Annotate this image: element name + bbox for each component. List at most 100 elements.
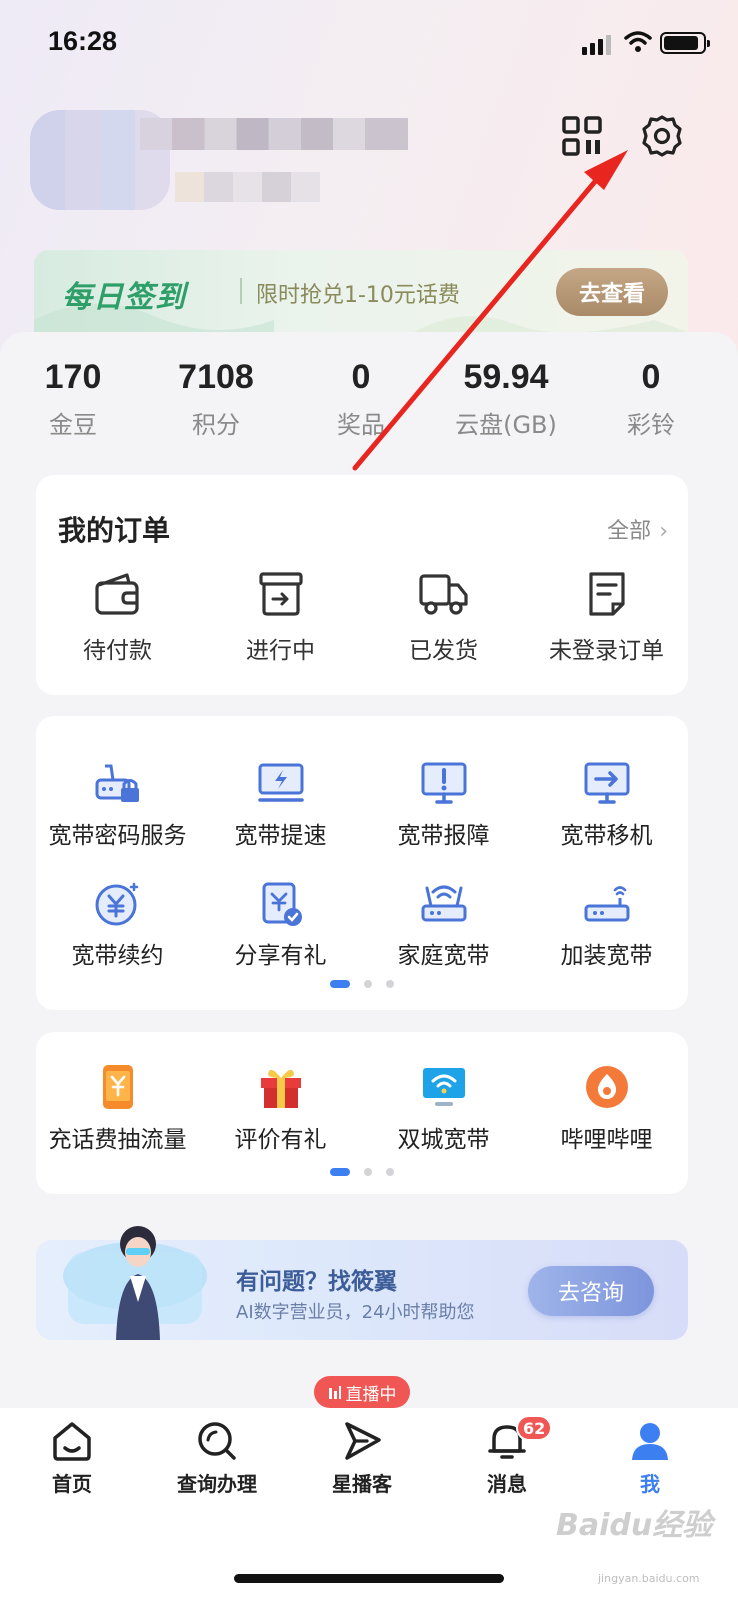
- service-broadband-speedup[interactable]: 宽带提速: [199, 760, 362, 850]
- promo-label: 哔哩哔哩: [560, 1127, 653, 1153]
- checkin-banner[interactable]: 每日签到 限时抢兑1-10元话费 去查看: [34, 250, 688, 332]
- stat-cloud-drive[interactable]: 59.94 云盘(GB): [450, 358, 562, 440]
- consult-button[interactable]: 去咨询: [528, 1266, 654, 1316]
- stats-row: 170 金豆 7108 积分 0 奖品 59.94 云盘(GB) 0 彩铃: [0, 352, 738, 452]
- order-label: 未登录订单: [549, 638, 664, 664]
- stat-label: 彩铃: [627, 411, 675, 439]
- wallet-icon: [94, 573, 139, 615]
- live-bars-icon: [328, 1386, 341, 1399]
- tab-star-podcast[interactable]: 星播客: [302, 1418, 422, 1497]
- service-label: 宽带续约: [71, 943, 164, 969]
- message-count-badge: 62: [516, 1415, 553, 1441]
- home-icon: [53, 1422, 91, 1461]
- promo-recharge-lottery[interactable]: 充话费抽流量: [36, 1062, 199, 1154]
- watermark-site: jingyan.baidu.com: [598, 1572, 700, 1585]
- service-broadband-renewal[interactable]: 宽带续约: [36, 880, 199, 970]
- order-label: 已发货: [409, 638, 478, 664]
- battery-icon: [660, 32, 710, 54]
- broadband-services-card: 宽带密码服务 宽带提速 宽带报障 宽带移机 宽带续约 分享有礼 家庭宽带 加装宽…: [36, 716, 688, 1010]
- service-label: 加装宽带: [560, 943, 653, 969]
- truck-icon: [418, 574, 468, 615]
- stat-value: 7108: [178, 358, 254, 396]
- page-dot: [364, 1168, 372, 1176]
- page-dot: [386, 980, 394, 988]
- gear-icon[interactable]: [640, 114, 684, 158]
- order-shipped[interactable]: 已发货: [362, 571, 525, 665]
- stat-gold-beans[interactable]: 170 金豆: [36, 358, 110, 440]
- wifi-icon: [624, 31, 652, 52]
- page-indicator: [36, 1168, 688, 1176]
- promo-label: 充话费抽流量: [48, 1127, 187, 1153]
- order-label: 进行中: [246, 638, 315, 664]
- order-in-progress[interactable]: 进行中: [199, 571, 362, 665]
- tab-label: 首页: [52, 1472, 92, 1496]
- watermark-logo: Baidu经验: [556, 1508, 713, 1543]
- search-icon: [198, 1422, 236, 1460]
- service-add-broadband[interactable]: 加装宽带: [525, 880, 688, 970]
- checkin-view-button[interactable]: 去查看: [556, 268, 668, 316]
- tab-label: 查询办理: [177, 1472, 257, 1496]
- ai-assistant-title: 有问题？找筱翼: [236, 1269, 397, 1295]
- router-icon: [584, 886, 629, 922]
- chevron-right-icon: ›: [659, 519, 668, 544]
- status-bar: 16:28: [0, 0, 738, 90]
- service-label: 宽带密码服务: [48, 823, 187, 849]
- order-label: 待付款: [83, 638, 152, 664]
- promo-label: 评价有礼: [234, 1127, 327, 1153]
- service-label: 宽带移机: [560, 823, 653, 849]
- order-unregistered[interactable]: 未登录订单: [525, 571, 688, 665]
- orders-all-label: 全部: [607, 519, 652, 544]
- home-indicator[interactable]: [234, 1574, 504, 1583]
- tab-me[interactable]: 我: [590, 1418, 710, 1497]
- orders-title: 我的订单: [58, 514, 171, 547]
- service-label: 宽带报障: [397, 823, 490, 849]
- stat-label: 积分: [192, 411, 240, 439]
- move-monitor-icon: [584, 762, 629, 804]
- promo-dual-city-broadband[interactable]: 双城宽带: [362, 1062, 525, 1154]
- promo-label: 双城宽带: [397, 1127, 490, 1153]
- order-pending-payment[interactable]: 待付款: [36, 571, 199, 665]
- tab-label: 星播客: [332, 1472, 392, 1496]
- user-phone-blurred: [175, 172, 320, 202]
- service-broadband-fault-report[interactable]: 宽带报障: [362, 760, 525, 850]
- wifi-router-icon: [421, 885, 466, 922]
- stat-value: 59.94: [463, 358, 549, 396]
- alert-monitor-icon: [421, 762, 466, 804]
- signal-icon: [582, 33, 614, 55]
- tab-label: 我: [640, 1472, 660, 1496]
- promotions-card: 充话费抽流量 评价有礼 双城宽带 哔哩哔哩: [36, 1032, 688, 1194]
- service-broadband-password[interactable]: 宽带密码服务: [36, 760, 199, 850]
- service-share-reward[interactable]: 分享有礼: [199, 880, 362, 970]
- page-dot: [364, 980, 372, 988]
- stat-ringtone[interactable]: 0 彩铃: [616, 358, 686, 440]
- service-broadband-relocation[interactable]: 宽带移机: [525, 760, 688, 850]
- stat-label: 云盘(GB): [455, 411, 557, 439]
- stat-value: 170: [44, 358, 102, 396]
- qr-code-icon[interactable]: [560, 114, 604, 158]
- status-time: 16:28: [48, 26, 118, 56]
- page-dot: [386, 1168, 394, 1176]
- service-label: 分享有礼: [234, 943, 327, 969]
- share-gift-icon: [262, 882, 302, 926]
- speed-monitor-icon: [257, 763, 304, 802]
- tab-home[interactable]: 首页: [12, 1418, 132, 1497]
- page-dot-active: [330, 980, 350, 988]
- stat-prizes[interactable]: 0 奖品: [326, 358, 396, 440]
- checkin-title: 每日签到: [62, 280, 186, 315]
- service-home-broadband[interactable]: 家庭宽带: [362, 880, 525, 970]
- stat-points[interactable]: 7108 积分: [170, 358, 262, 440]
- page-indicator: [36, 980, 688, 988]
- box-icon: [258, 572, 303, 616]
- service-label: 家庭宽带: [397, 943, 490, 969]
- document-icon: [588, 572, 625, 616]
- stat-value: 0: [641, 358, 661, 396]
- wifi-screen-icon: [422, 1068, 465, 1106]
- orders-card: 我的订单 全部 › 待付款 进行中 已发货 未登录订单: [36, 475, 688, 695]
- promo-review-reward[interactable]: 评价有礼: [199, 1062, 362, 1154]
- bilibili-icon: [585, 1066, 628, 1108]
- promo-bilibili[interactable]: 哔哩哔哩: [525, 1062, 688, 1154]
- tab-query[interactable]: 查询办理: [157, 1418, 277, 1497]
- orders-view-all-link[interactable]: 全部 ›: [607, 513, 668, 545]
- ai-assistant-subtitle: AI数字营业员，24小时帮助您: [236, 1302, 475, 1323]
- yuan-coin-icon: [95, 882, 138, 926]
